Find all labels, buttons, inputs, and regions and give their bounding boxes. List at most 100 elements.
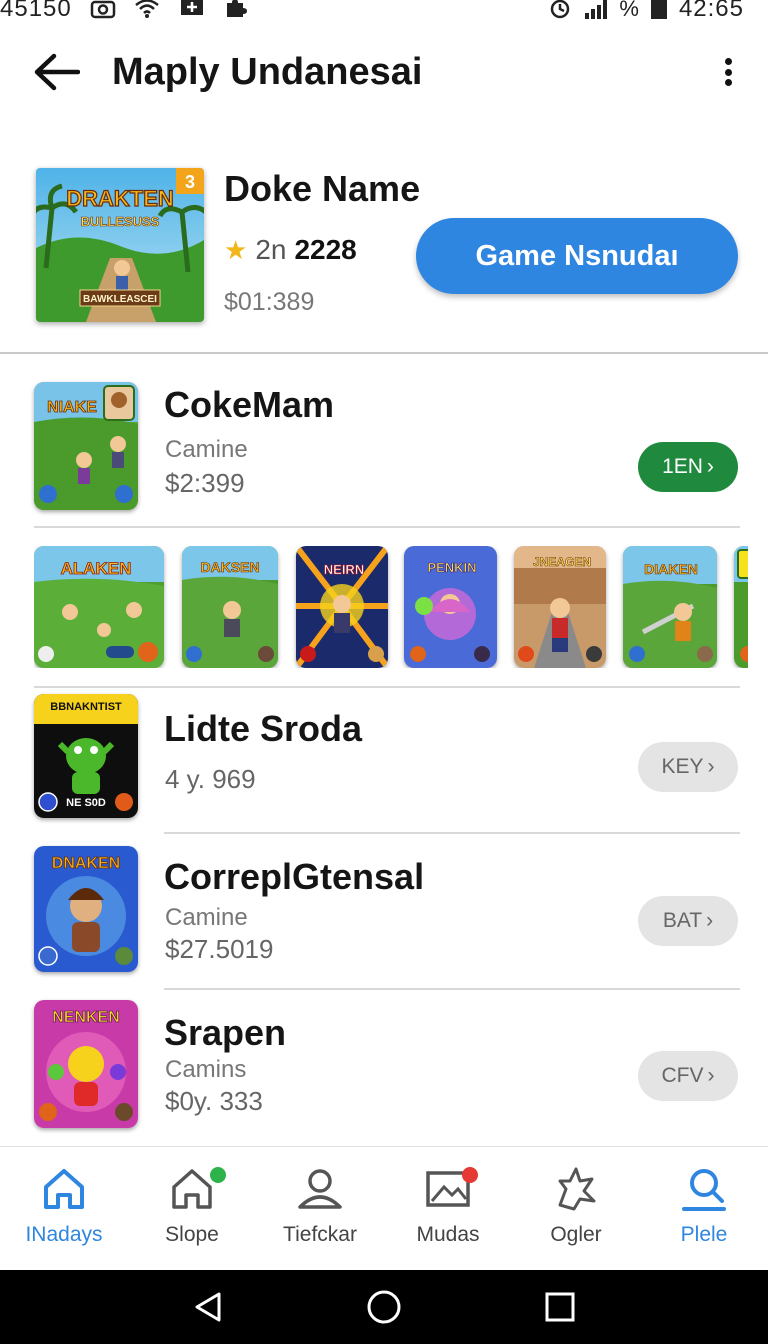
- list-item[interactable]: DNAKEN CorreplGtensal Camine $27.5019 BA…: [0, 846, 768, 976]
- badge-icon: [210, 1167, 226, 1183]
- alarm-icon: [551, 0, 570, 19]
- app-title: CorreplGtensal: [164, 856, 425, 897]
- svg-text:PENKIN: PENKIN: [427, 560, 476, 575]
- nav-item-plele[interactable]: Plele: [640, 1147, 768, 1271]
- app-bar: Maply Undanesai: [0, 40, 768, 104]
- page-title: Maply Undanesai: [112, 50, 423, 93]
- camera-status-icon: [90, 0, 115, 19]
- svg-text:BULLESUSS: BULLESUSS: [81, 214, 160, 229]
- circle-home-icon: [367, 1290, 401, 1324]
- app-price: $0y. 333: [165, 1086, 263, 1116]
- app-title: CokeMam: [164, 384, 335, 425]
- section-divider: [0, 352, 768, 354]
- screenshot-carousel[interactable]: ALAKEN DAKSEN NEIRN PENKIN JNEAGEN DIAKE…: [34, 546, 748, 668]
- more-options-button[interactable]: [716, 52, 740, 92]
- system-home-button[interactable]: [364, 1287, 404, 1327]
- row-action-button[interactable]: 1EN ›: [638, 442, 738, 492]
- row-divider: [34, 526, 740, 528]
- featured-app: DRAKTEN BULLESUSS BAWKLEASCEI 3 Doke Nam…: [0, 168, 768, 354]
- svg-text:3: 3: [185, 172, 195, 192]
- battery-icon: [650, 0, 667, 19]
- puzzle-status-icon: [226, 0, 247, 17]
- row-divider: [164, 832, 740, 834]
- svg-text:BAWKLEASCEI: BAWKLEASCEI: [83, 294, 157, 305]
- system-navigation-bar: [0, 1270, 768, 1344]
- app-thumbnail[interactable]: NENKEN: [34, 1000, 138, 1128]
- screenshot[interactable]: [734, 546, 748, 668]
- list-item[interactable]: NIAKE CokeMam Camine $2:399 1EN ›: [0, 382, 768, 514]
- row-action-button[interactable]: KEY ›: [638, 742, 738, 792]
- featured-app-artwork[interactable]: DRAKTEN BULLESUSS BAWKLEASCEI 3: [36, 168, 204, 322]
- nav-label: Slope: [165, 1223, 219, 1246]
- featured-app-name: Doke Name: [224, 168, 421, 209]
- system-recents-button[interactable]: [540, 1287, 580, 1327]
- svg-text:NEIRN: NEIRN: [324, 562, 364, 577]
- svg-text:ALAKEN: ALAKEN: [61, 559, 132, 578]
- bottom-navigation: INadays Slope Tiefckar Mudas Ogler Plele: [0, 1146, 768, 1270]
- arrow-back-icon: [34, 53, 80, 91]
- status-time-right: 42:65: [678, 0, 744, 22]
- app-thumbnail[interactable]: BBNAKNTIST NE S0D: [34, 694, 138, 818]
- row-action-button[interactable]: CFV ›: [638, 1051, 738, 1101]
- nav-label: Mudas: [416, 1223, 480, 1246]
- puzzle-icon: [558, 1167, 596, 1211]
- screenshot[interactable]: JNEAGEN: [514, 546, 606, 668]
- status-time-left: 45150: [0, 0, 72, 22]
- back-button[interactable]: [28, 44, 84, 100]
- svg-text:BBNAKNTIST: BBNAKNTIST: [50, 701, 122, 713]
- svg-text:DIAKEN: DIAKEN: [644, 561, 698, 577]
- featured-app-install-button[interactable]: Game Nsnudaı: [416, 218, 738, 294]
- home-outline-icon: [172, 1169, 212, 1209]
- row-action-button[interactable]: BAT ›: [638, 896, 738, 946]
- chevron-right-icon: ›: [706, 909, 714, 932]
- nav-item-tiefckar[interactable]: Tiefckar: [256, 1147, 384, 1271]
- nav-label: Ogler: [550, 1223, 602, 1246]
- nav-item-slope[interactable]: Slope: [128, 1147, 256, 1271]
- app-category: Camins: [165, 1056, 247, 1083]
- svg-text:DNAKEN: DNAKEN: [52, 855, 120, 872]
- screenshot[interactable]: ALAKEN: [34, 546, 164, 668]
- screenshot[interactable]: NEIRN: [296, 546, 388, 668]
- row-divider: [164, 988, 740, 990]
- app-category: Camine: [165, 436, 248, 463]
- chevron-right-icon: ›: [707, 755, 715, 778]
- app-price: $27.5019: [165, 934, 274, 964]
- signal-icon: [585, 0, 608, 19]
- rating-prefix: 2n: [255, 234, 287, 265]
- nav-label: Tiefckar: [283, 1223, 357, 1246]
- add-box-icon: [180, 0, 203, 15]
- system-back-button[interactable]: [188, 1287, 228, 1327]
- app-category: Camine: [165, 904, 248, 931]
- nav-label: INadays: [25, 1223, 103, 1246]
- triangle-back-icon: [195, 1292, 221, 1322]
- rating-value: 2228: [294, 234, 357, 265]
- row-divider: [34, 686, 740, 688]
- screenshot[interactable]: DAKSEN: [182, 546, 278, 668]
- app-title: Lidte Sroda: [164, 708, 363, 749]
- chevron-right-icon: ›: [707, 1064, 715, 1087]
- profile-icon: [682, 1169, 726, 1211]
- list-item[interactable]: BBNAKNTIST NE S0D Lidte Sroda 4 y. 969 K…: [0, 694, 768, 822]
- screenshot[interactable]: PENKIN: [404, 546, 497, 668]
- wifi-icon: [134, 0, 159, 18]
- nav-item-inadays[interactable]: INadays: [0, 1147, 128, 1271]
- app-thumbnail[interactable]: NIAKE: [34, 382, 138, 510]
- app-price: 4 y. 969: [165, 764, 256, 794]
- person-icon: [298, 1169, 342, 1209]
- featured-app-rating: ★ 2n 2228: [224, 234, 357, 266]
- app-price: $2:399: [165, 468, 245, 498]
- featured-app-price: $01:389: [224, 288, 315, 316]
- square-recents-icon: [545, 1292, 575, 1322]
- chevron-right-icon: ›: [706, 455, 714, 478]
- list-item[interactable]: NENKEN Srapen Camins $0y. 333 CFV ›: [0, 1000, 768, 1130]
- app-thumbnail[interactable]: DNAKEN: [34, 846, 138, 972]
- nav-item-mudas[interactable]: Mudas: [384, 1147, 512, 1271]
- status-bar: 45150 % 42:65: [0, 0, 768, 24]
- svg-text:NIAKE: NIAKE: [47, 399, 97, 416]
- nav-label: Plele: [680, 1223, 728, 1246]
- screenshot[interactable]: DIAKEN: [623, 546, 717, 668]
- nav-item-ogler[interactable]: Ogler: [512, 1147, 640, 1271]
- more-vert-icon: [724, 58, 732, 65]
- svg-text:NENKEN: NENKEN: [52, 1009, 120, 1026]
- star-icon: ★: [224, 234, 248, 265]
